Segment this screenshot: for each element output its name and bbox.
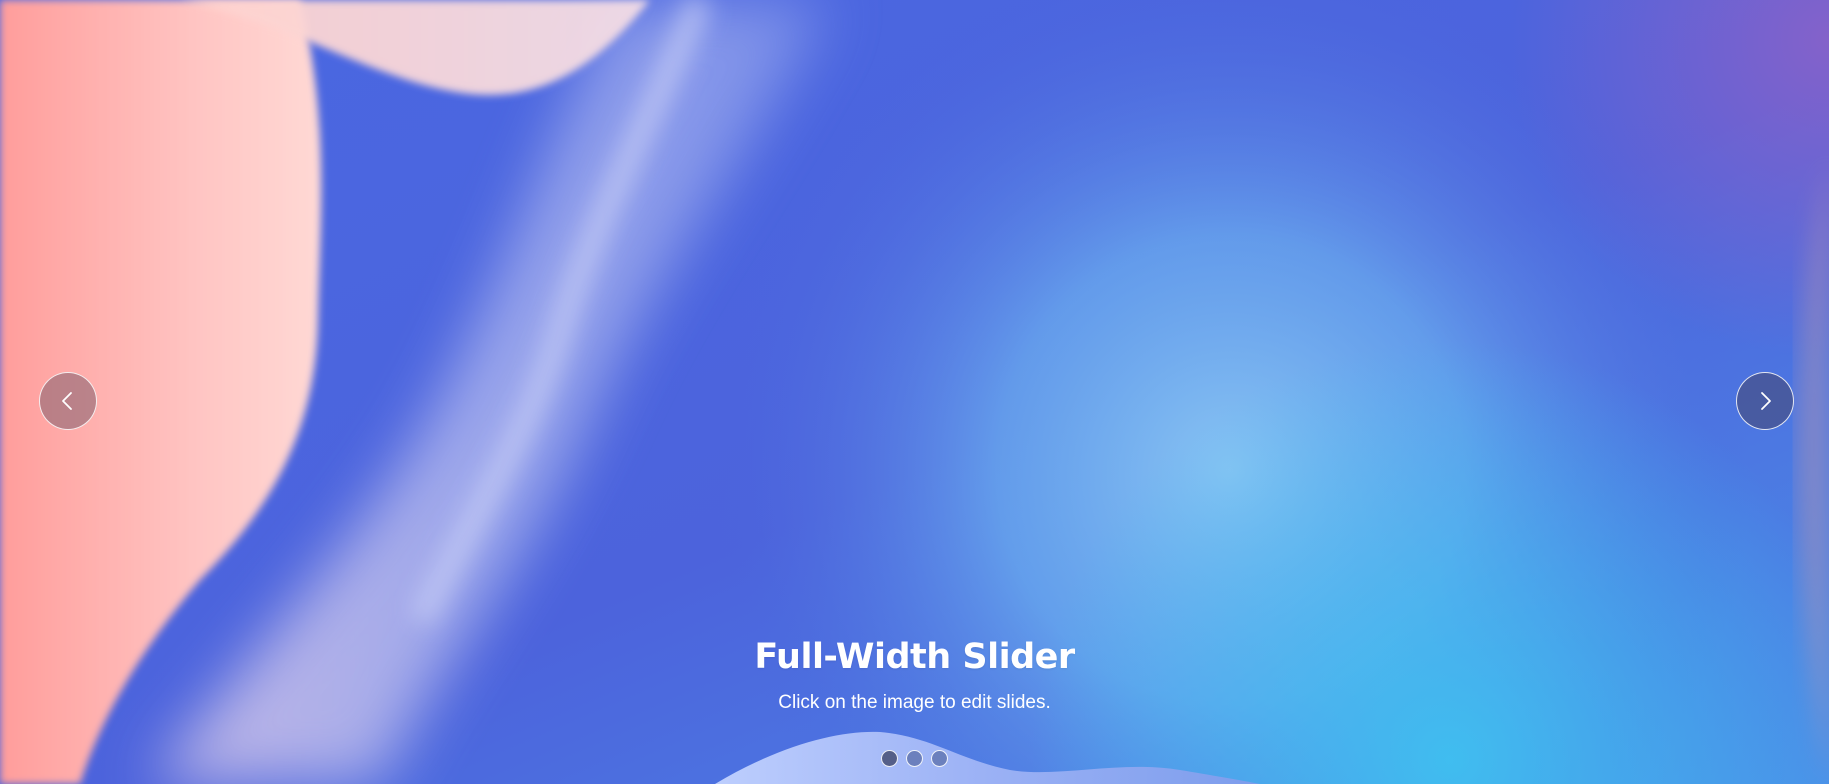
chevron-left-icon bbox=[62, 392, 72, 410]
previous-slide-button[interactable] bbox=[39, 372, 97, 430]
slide-image[interactable] bbox=[0, 0, 1829, 784]
slide-dot-3[interactable] bbox=[931, 750, 948, 767]
slide-pagination bbox=[0, 750, 1829, 767]
full-width-slider: Full-Width Slider Click on the image to … bbox=[0, 0, 1829, 784]
chevron-right-icon bbox=[1761, 392, 1771, 410]
next-slide-button[interactable] bbox=[1736, 372, 1794, 430]
slide-dot-1[interactable] bbox=[881, 750, 898, 767]
slide-dot-2[interactable] bbox=[906, 750, 923, 767]
